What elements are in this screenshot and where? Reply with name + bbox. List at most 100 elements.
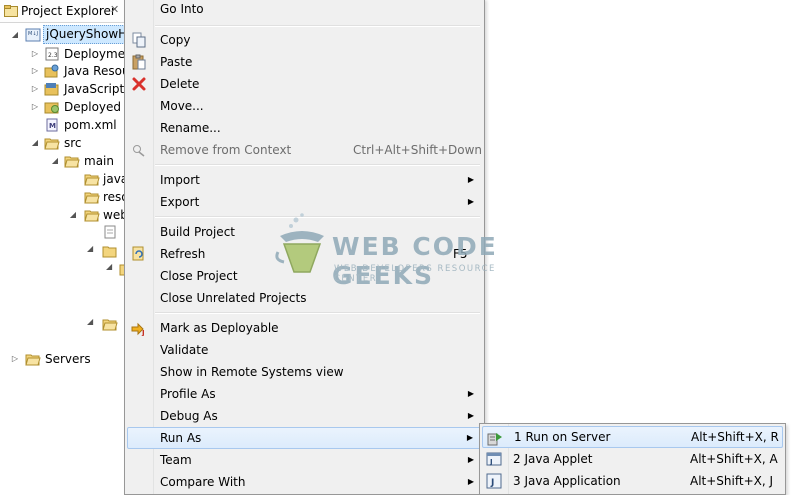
collapsed-arrow-icon[interactable]: ▷ (30, 62, 40, 80)
tree-item-label: Deploymen (64, 47, 133, 61)
menu-item-label: Build Project (160, 225, 235, 239)
folder-open-icon (84, 174, 100, 186)
menu-item-move[interactable]: Move... (127, 95, 482, 117)
menu-item-label: Refresh (160, 247, 206, 261)
menu-item-export[interactable]: Export ▶ (127, 191, 482, 213)
menu-item-paste[interactable]: Paste (127, 51, 482, 73)
java-applet-icon: J (486, 452, 502, 466)
menu-item-label: Close Unrelated Projects (160, 291, 307, 305)
submenu-arrow-icon: ▶ (467, 175, 474, 184)
menu-item-label: Import (160, 173, 200, 187)
menu-item-label: Mark as Deployable (160, 321, 279, 335)
file-icon (104, 225, 116, 239)
submenu-arrow-icon: ▶ (467, 411, 474, 420)
menu-item-remove-from-context[interactable]: Remove from Context Ctrl+Alt+Shift+Down (127, 139, 482, 161)
svg-text:M: M (49, 122, 56, 130)
project-explorer-icon (4, 5, 18, 17)
menu-item-rename[interactable]: Rename... (127, 117, 482, 139)
menu-item-label: Profile As (160, 387, 216, 401)
menu-item-label: Show in Remote Systems view (160, 365, 344, 379)
menu-item-label: Run As (160, 431, 202, 445)
deployable-icon: J (131, 322, 145, 336)
menu-item-profile-as[interactable]: Profile As ▶ (127, 383, 482, 405)
menu-item-go-into[interactable]: Go Into (127, 0, 482, 20)
submenu-item-java-application[interactable]: J 3 Java Application Alt+Shift+X, J (482, 470, 783, 492)
submenu-item-run-on-server[interactable]: 1 Run on Server Alt+Shift+X, R (482, 426, 783, 448)
menu-item-close-unrelated-projects[interactable]: Close Unrelated Projects (127, 287, 482, 309)
submenu-arrow-icon: ▶ (466, 433, 473, 442)
folder-open-icon (64, 156, 80, 168)
menu-item-mark-as-deployable[interactable]: J Mark as Deployable (127, 317, 482, 339)
menu-item-shortcut: Ctrl+Alt+Shift+Down (353, 143, 483, 157)
delete-icon (132, 77, 146, 91)
menu-item-label: Paste (160, 55, 193, 69)
copy-icon (132, 32, 146, 48)
close-icon[interactable]: ✕ (110, 3, 119, 16)
project-explorer-title: Project Explorer (21, 4, 116, 18)
menu-separator (155, 312, 480, 314)
expand-arrow-icon[interactable]: ◢ (50, 152, 60, 170)
menu-item-shortcut: Alt+Shift+X, J (690, 474, 774, 488)
menu-item-copy[interactable]: Copy (127, 29, 482, 51)
project-explorer-tab[interactable]: Project Explorer ✕ (0, 0, 126, 23)
submenu-arrow-icon: ▶ (467, 455, 474, 464)
collapsed-arrow-icon[interactable]: ▷ (30, 80, 40, 98)
menu-item-label: Go Into (160, 2, 204, 16)
menu-item-debug-as[interactable]: Debug As ▶ (127, 405, 482, 427)
folder-open-icon (44, 138, 60, 150)
menu-item-label: Rename... (160, 121, 221, 135)
remove-context-icon (133, 145, 145, 157)
submenu-arrow-icon: ▶ (467, 389, 474, 398)
menu-item-label: 1 Run on Server (514, 430, 611, 444)
deployed-resources-icon (44, 102, 59, 114)
svg-text:M↓J: M↓J (28, 31, 38, 37)
java-resources-icon (44, 64, 59, 78)
maven-file-icon: M (46, 118, 58, 132)
menu-item-validate[interactable]: Validate (127, 339, 482, 361)
expand-arrow-icon[interactable]: ◢ (68, 206, 78, 224)
web-project-icon: M↓J (25, 28, 41, 42)
collapsed-arrow-icon[interactable]: ▷ (30, 98, 40, 116)
expand-arrow-icon[interactable]: ◢ (10, 26, 20, 44)
refresh-icon (132, 246, 144, 261)
folder-open-icon (25, 354, 41, 366)
run-on-server-icon (487, 433, 502, 446)
submenu-item-java-applet[interactable]: J 2 Java Applet Alt+Shift+X, A (482, 448, 783, 470)
expand-arrow-icon[interactable]: ◢ (87, 317, 93, 326)
expand-arrow-icon[interactable]: ◢ (106, 262, 112, 271)
menu-item-run-as[interactable]: Run As ▶ (127, 427, 482, 449)
menu-item-compare-with[interactable]: Compare With ▶ (127, 471, 482, 493)
folder-open-icon (102, 246, 117, 258)
java-application-icon: J (486, 473, 502, 489)
menu-item-show-in-remote-systems[interactable]: Show in Remote Systems view (127, 361, 482, 383)
menu-item-delete[interactable]: Delete (127, 73, 482, 95)
collapsed-arrow-icon[interactable]: ▷ (30, 45, 40, 63)
submenu-arrow-icon: ▶ (467, 197, 474, 206)
expand-arrow-icon[interactable]: ◢ (30, 134, 40, 152)
menu-item-label: Team (160, 453, 192, 467)
menu-item-team[interactable]: Team ▶ (127, 449, 482, 471)
svg-text:2.3: 2.3 (48, 52, 58, 59)
menu-item-shortcut: Alt+Shift+X, R (691, 430, 779, 444)
menu-item-label: Debug As (160, 409, 218, 423)
menu-item-import[interactable]: Import ▶ (127, 169, 482, 191)
svg-text:J: J (489, 458, 493, 466)
javascript-resources-icon (44, 83, 59, 96)
menu-item-shortcut: Alt+Shift+X, A (690, 452, 778, 466)
menu-item-label: 3 Java Application (513, 474, 621, 488)
menu-separator (155, 25, 480, 27)
menu-item-label: Compare With (160, 475, 246, 489)
collapsed-arrow-icon[interactable]: ▷ (10, 350, 20, 368)
tree-item-label: pom.xml (64, 118, 117, 132)
folder-open-icon (84, 192, 100, 204)
menu-separator (155, 164, 480, 166)
expand-arrow-icon[interactable]: ◢ (87, 244, 93, 253)
tree-item-label: main (84, 154, 114, 168)
menu-item-label: Copy (160, 33, 191, 47)
menu-item-label: Remove from Context (160, 143, 292, 157)
menu-item-label: Delete (160, 77, 200, 91)
menu-item-label: 2 Java Applet (513, 452, 593, 466)
watermark: WEB CODE GEEKS WEB DEVELOPERS RESOURCE C… (274, 212, 519, 290)
folder-open-icon (84, 210, 100, 222)
menu-item-label: Export (160, 195, 200, 209)
